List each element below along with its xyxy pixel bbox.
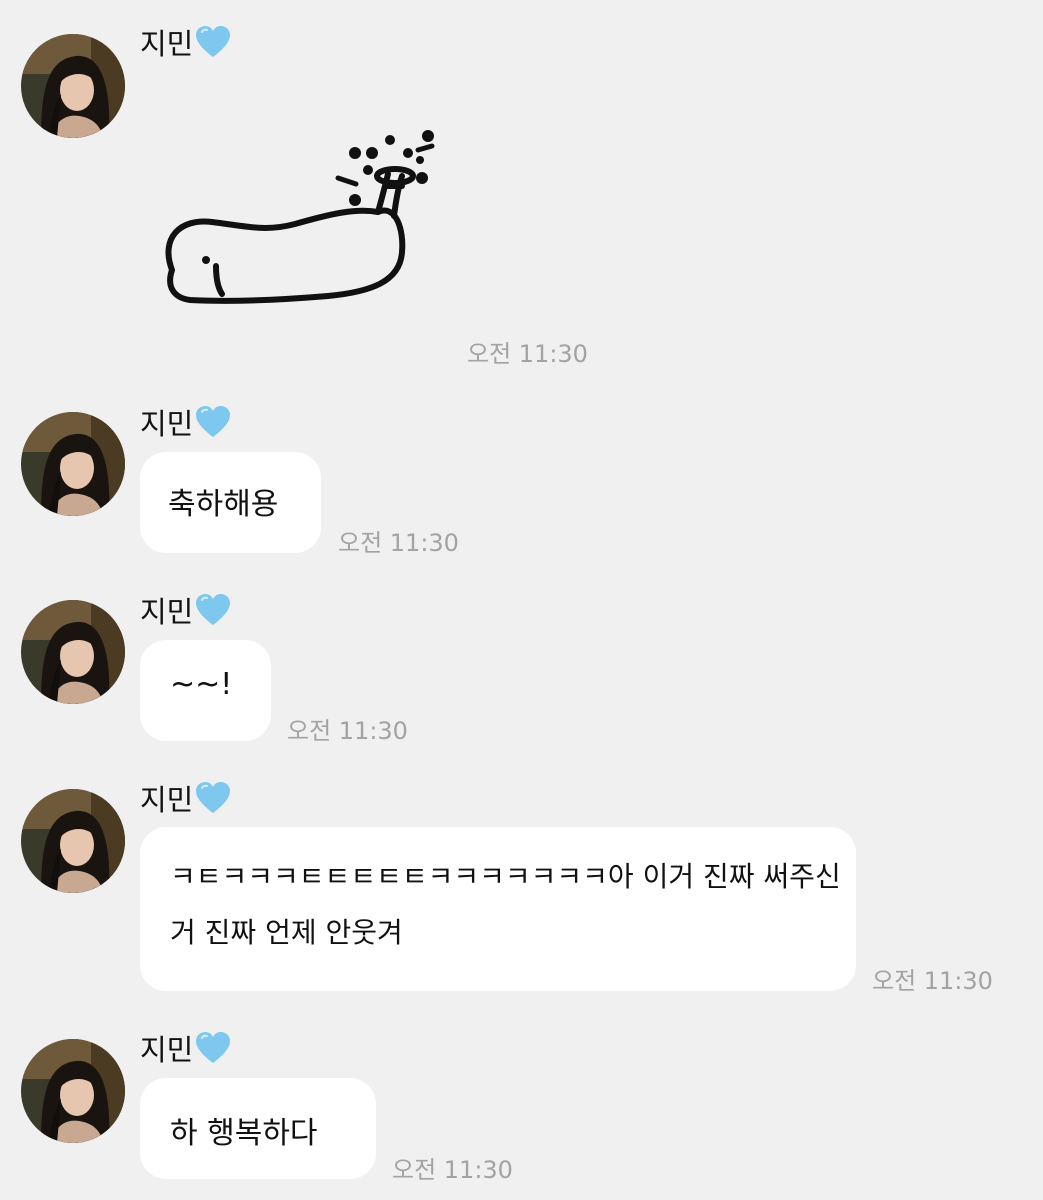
- avatar[interactable]: [21, 34, 125, 138]
- message-text: 축하해용: [168, 487, 279, 522]
- avatar[interactable]: [21, 1039, 125, 1143]
- sender-name-row: 지민: [140, 402, 231, 442]
- light-blue-heart-icon: [195, 593, 231, 627]
- message-bubble[interactable]: 하 행복하다: [140, 1078, 376, 1179]
- message-time: 오전 11:30: [872, 967, 993, 995]
- sender-name: 지민: [140, 783, 194, 817]
- message-time: 오전 11:30: [287, 717, 408, 745]
- sender-name: 지민: [140, 407, 194, 441]
- light-blue-heart-icon: [195, 1031, 231, 1065]
- sender-name-row: 지민: [140, 778, 231, 818]
- message-bubble[interactable]: ~~!: [140, 640, 271, 741]
- peacock-doodle-sticker[interactable]: [150, 120, 440, 320]
- message-text-line: 거 진짜 언제 안웃겨: [170, 916, 403, 949]
- light-blue-heart-icon: [195, 405, 231, 439]
- light-blue-heart-icon: [195, 25, 231, 59]
- profile-photo: [21, 600, 125, 704]
- avatar[interactable]: [21, 412, 125, 516]
- profile-photo: [21, 34, 125, 138]
- message-bubble[interactable]: 축하해용: [140, 452, 321, 553]
- sender-name-row: 지민: [140, 590, 231, 630]
- avatar[interactable]: [21, 600, 125, 704]
- message-text-line: ㅋㅌㅋㅋㅋㅌㅌㅌㅌㅌㅋㅋㅋㅋㅋㅋㅋ아 이거 진짜 써주신: [170, 860, 841, 893]
- sender-name-row: 지민: [140, 1028, 231, 1068]
- profile-photo: [21, 789, 125, 893]
- message-text: 하 행복하다: [170, 1116, 318, 1151]
- sender-name: 지민: [140, 595, 194, 629]
- profile-photo: [21, 412, 125, 516]
- message-time: 오전 11:30: [392, 1156, 513, 1184]
- message-bubble[interactable]: ㅋㅌㅋㅋㅋㅌㅌㅌㅌㅌㅋㅋㅋㅋㅋㅋㅋ아 이거 진짜 써주신 거 진짜 언제 안웃겨: [140, 827, 856, 991]
- avatar[interactable]: [21, 789, 125, 893]
- profile-photo: [21, 1039, 125, 1143]
- message-text: ~~!: [170, 667, 233, 702]
- sender-name: 지민: [140, 27, 194, 61]
- sender-name: 지민: [140, 1033, 194, 1067]
- light-blue-heart-icon: [195, 781, 231, 815]
- message-time: 오전 11:30: [338, 529, 459, 557]
- sender-name-row: 지민: [140, 22, 231, 62]
- message-time: 오전 11:30: [467, 340, 588, 368]
